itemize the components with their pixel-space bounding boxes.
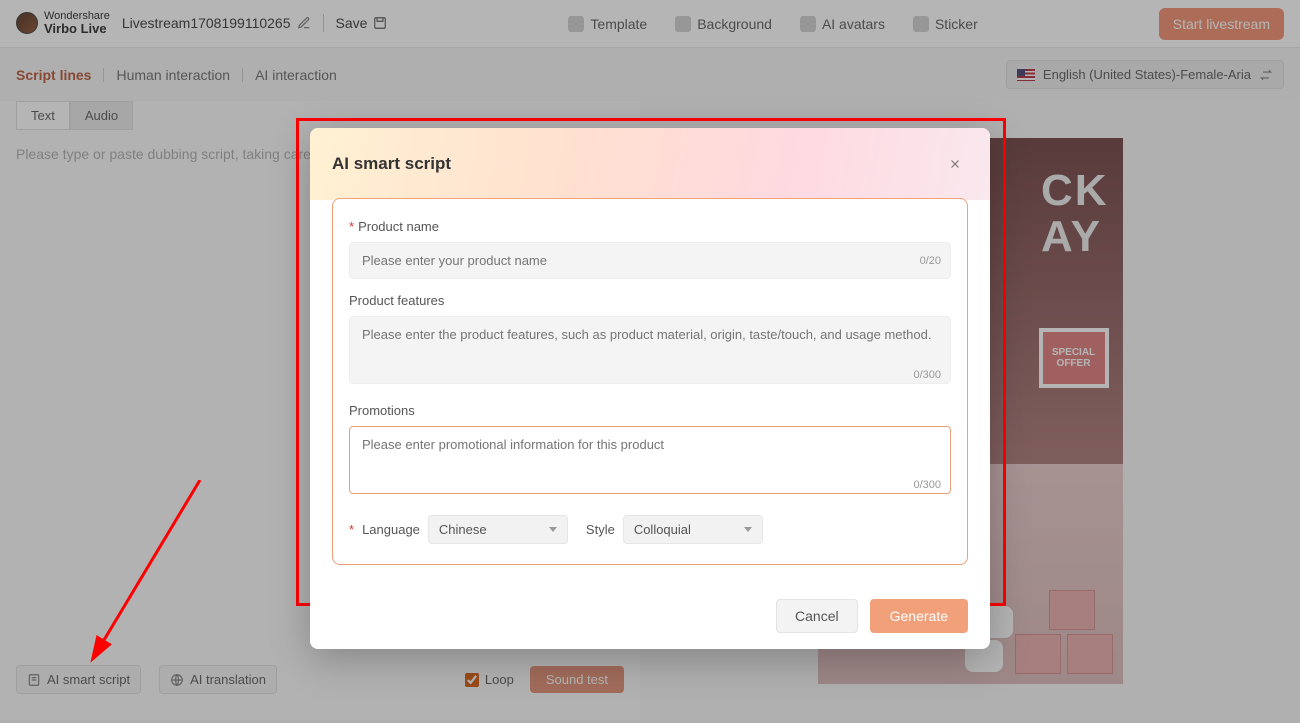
language-field: * Language Chinese — [349, 515, 568, 544]
ai-smart-script-modal: AI smart script * Product name 0/20 Prod… — [310, 128, 990, 649]
language-value: Chinese — [439, 522, 487, 537]
product-name-wrap: 0/20 — [349, 242, 951, 279]
features-label-text: Product features — [349, 293, 444, 308]
promotions-input[interactable] — [349, 426, 951, 494]
features-input[interactable] — [349, 316, 951, 384]
product-name-label-text: Product name — [358, 219, 439, 234]
product-name-label: * Product name — [349, 219, 951, 234]
product-name-counter: 0/20 — [920, 255, 941, 267]
style-label: Style — [586, 522, 615, 537]
product-name-input[interactable] — [349, 242, 951, 279]
promotions-label-text: Promotions — [349, 403, 415, 418]
features-counter: 0/300 — [913, 369, 941, 381]
features-wrap: 0/300 — [349, 316, 951, 389]
modal-title: AI smart script — [332, 154, 451, 174]
modal-close-button[interactable] — [942, 151, 968, 177]
chevron-down-icon — [549, 527, 557, 532]
required-mark: * — [349, 219, 354, 234]
modal-footer: Cancel Generate — [310, 583, 990, 649]
cancel-button[interactable]: Cancel — [776, 599, 858, 633]
style-value: Colloquial — [634, 522, 691, 537]
close-icon — [948, 157, 962, 171]
required-mark: * — [349, 522, 354, 537]
features-label: Product features — [349, 293, 951, 308]
promotions-wrap: 0/300 — [349, 426, 951, 499]
language-select[interactable]: Chinese — [428, 515, 568, 544]
style-select[interactable]: Colloquial — [623, 515, 763, 544]
modal-header: AI smart script — [310, 128, 990, 200]
form-frame: * Product name 0/20 Product features 0/3… — [332, 198, 968, 565]
promotions-counter: 0/300 — [913, 479, 941, 491]
language-label: Language — [362, 522, 420, 537]
promotions-label: Promotions — [349, 403, 951, 418]
chevron-down-icon — [744, 527, 752, 532]
modal-body: * Product name 0/20 Product features 0/3… — [310, 198, 990, 583]
style-field: Style Colloquial — [586, 515, 763, 544]
generate-button[interactable]: Generate — [870, 599, 968, 633]
row-selects: * Language Chinese Style Colloquial — [349, 515, 951, 544]
